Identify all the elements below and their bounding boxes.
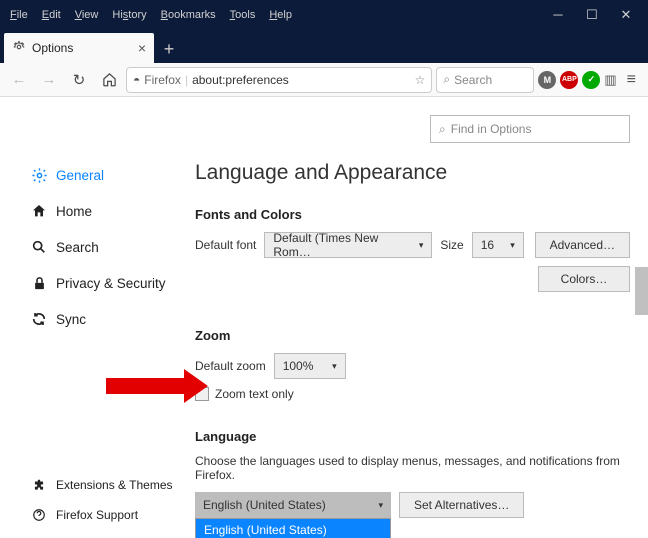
chevron-down-icon: ▾ — [332, 361, 337, 372]
home-icon — [30, 202, 48, 220]
firefox-icon: ◓ — [133, 73, 140, 87]
language-dropdown-list: English (United States) Romanian Search … — [195, 518, 391, 538]
set-alternatives-button[interactable]: Set Alternatives… — [399, 492, 524, 518]
chevron-down-icon: ▾ — [419, 240, 424, 251]
language-desc: Choose the languages used to display men… — [195, 454, 630, 482]
menu-history[interactable]: History — [106, 5, 152, 25]
content: General Home Search Privacy & Security S… — [0, 97, 648, 538]
question-icon — [30, 506, 48, 524]
menu-bookmarks[interactable]: Bookmarks — [155, 5, 222, 25]
find-placeholder: Find in Options — [451, 122, 532, 136]
menu-view[interactable]: View — [69, 5, 105, 25]
font-size-select[interactable]: 16▾ — [472, 232, 524, 258]
sidebar: General Home Search Privacy & Security S… — [0, 97, 195, 538]
zoom-text-only-label: Zoom text only — [215, 387, 294, 401]
sidebar-label: General — [56, 168, 104, 183]
tab-strip: Options × + — [0, 30, 648, 63]
menubar: File Edit View History Bookmarks Tools H… — [4, 5, 298, 25]
puzzle-icon — [30, 476, 48, 494]
sync-icon — [30, 310, 48, 328]
sidebar-item-search[interactable]: Search — [24, 229, 195, 265]
extension-abp-icon[interactable]: ABP — [560, 71, 578, 89]
language-dropdown-button[interactable]: English (United States)▾ — [195, 492, 391, 518]
sidebar-support[interactable]: Firefox Support — [24, 500, 179, 530]
page-heading: Language and Appearance — [195, 161, 630, 185]
home-button[interactable] — [96, 67, 122, 93]
scrollbar-thumb[interactable] — [635, 267, 648, 315]
searchbox-placeholder: Search — [454, 73, 492, 87]
window-controls: ─ ☐ ✕ — [550, 7, 644, 23]
sidebar-item-privacy[interactable]: Privacy & Security — [24, 265, 195, 301]
annotation-arrow — [106, 378, 184, 394]
menu-tools[interactable]: Tools — [224, 5, 262, 25]
language-dropdown[interactable]: English (United States)▾ English (United… — [195, 492, 391, 518]
navbar: ← → ↻ ◓ Firefox | about:preferences ☆ ⌕ … — [0, 63, 648, 97]
url-bar[interactable]: ◓ Firefox | about:preferences ☆ — [126, 67, 432, 93]
url-prefix: Firefox — [144, 73, 181, 87]
extension-m-icon[interactable]: M — [538, 71, 556, 89]
tab-label: Options — [32, 41, 73, 55]
sidebar-item-sync[interactable]: Sync — [24, 301, 195, 337]
menu-file[interactable]: File — [4, 5, 34, 25]
search-icon — [30, 238, 48, 256]
sidebar-label: Firefox Support — [56, 508, 138, 522]
fonts-heading: Fonts and Colors — [195, 207, 630, 222]
library-icon[interactable]: ▥ — [604, 72, 616, 88]
size-label: Size — [440, 238, 463, 252]
searchbox[interactable]: ⌕ Search — [436, 67, 534, 93]
close-window-button[interactable]: ✕ — [618, 7, 634, 23]
colors-button[interactable]: Colors… — [538, 266, 630, 292]
language-heading: Language — [195, 429, 630, 444]
back-button[interactable]: ← — [6, 67, 32, 93]
forward-button[interactable]: → — [36, 67, 62, 93]
sidebar-item-home[interactable]: Home — [24, 193, 195, 229]
sidebar-extensions[interactable]: Extensions & Themes — [24, 470, 179, 500]
reload-button[interactable]: ↻ — [66, 67, 92, 93]
extension-check-icon[interactable]: ✓ — [582, 71, 600, 89]
sidebar-label: Search — [56, 240, 99, 255]
language-option-english[interactable]: English (United States) — [196, 519, 390, 538]
gear-icon — [30, 166, 48, 184]
zoom-heading: Zoom — [195, 328, 630, 343]
new-tab-button[interactable]: + — [154, 35, 184, 63]
sidebar-label: Extensions & Themes — [56, 478, 173, 492]
close-tab-icon[interactable]: × — [138, 40, 146, 56]
sidebar-label: Home — [56, 204, 92, 219]
sidebar-item-general[interactable]: General — [24, 157, 195, 193]
advanced-button[interactable]: Advanced… — [535, 232, 630, 258]
maximize-button[interactable]: ☐ — [584, 7, 600, 23]
menu-help[interactable]: Help — [263, 5, 298, 25]
chevron-down-icon: ▾ — [510, 240, 515, 251]
tab-options[interactable]: Options × — [4, 33, 154, 63]
lock-icon — [30, 274, 48, 292]
default-font-label: Default font — [195, 238, 256, 252]
star-icon[interactable]: ☆ — [415, 73, 426, 87]
menu-edit[interactable]: Edit — [36, 5, 67, 25]
sidebar-label: Sync — [56, 312, 86, 327]
titlebar: File Edit View History Bookmarks Tools H… — [0, 0, 648, 30]
sidebar-label: Privacy & Security — [56, 276, 166, 291]
find-in-options[interactable]: ⌕ Find in Options — [430, 115, 630, 143]
url-text: about:preferences — [192, 73, 411, 87]
gear-icon — [12, 40, 26, 57]
search-icon: ⌕ — [443, 72, 450, 87]
search-icon: ⌕ — [439, 122, 446, 137]
chevron-down-icon: ▾ — [378, 500, 383, 511]
main-panel: ⌕ Find in Options Language and Appearanc… — [195, 97, 648, 538]
hamburger-menu[interactable]: ≡ — [621, 71, 642, 89]
default-font-select[interactable]: Default (Times New Rom…▾ — [264, 232, 432, 258]
default-zoom-select[interactable]: 100%▾ — [274, 353, 346, 379]
minimize-button[interactable]: ─ — [550, 7, 566, 23]
